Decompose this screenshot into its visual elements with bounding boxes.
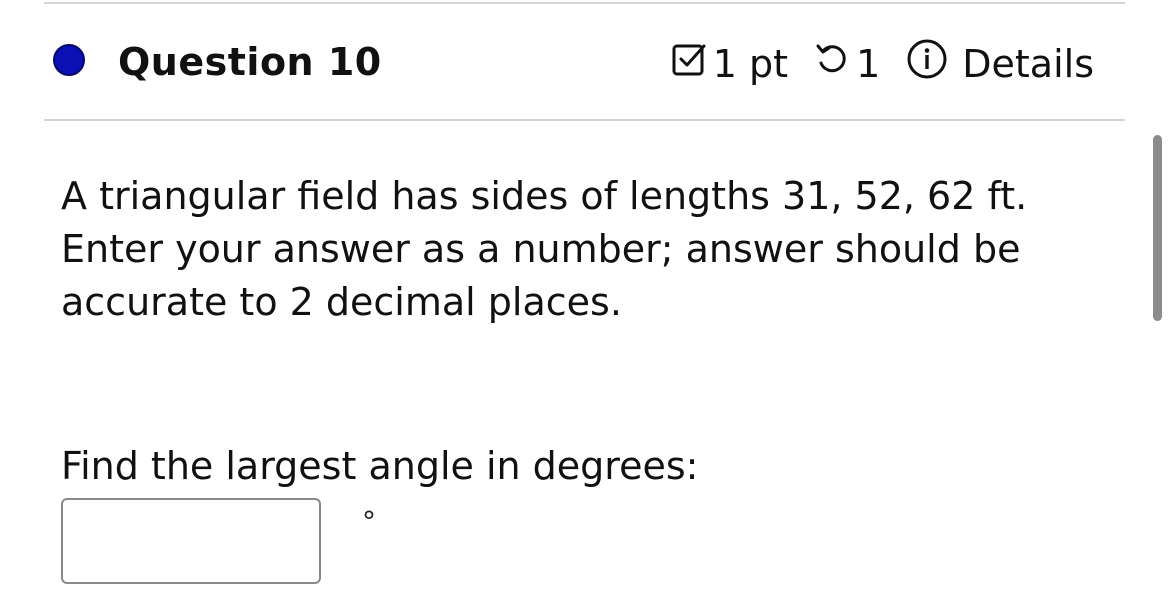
- retry-icon: [814, 41, 850, 86]
- top-divider: [44, 2, 1125, 4]
- question-header: Question 10 1 pt 1 Details: [50, 30, 1100, 100]
- question-title: Question 10: [118, 40, 382, 84]
- info-icon[interactable]: [906, 38, 948, 89]
- question-meta: 1 pt 1 Details: [671, 38, 1094, 89]
- scrollbar[interactable]: [1153, 135, 1162, 321]
- answer-prompt: Find the largest angle in degrees:: [61, 444, 699, 488]
- checkbox-icon: [671, 41, 707, 86]
- points-label: 1 pt: [712, 41, 789, 86]
- status-dot-icon: [53, 44, 85, 76]
- attempts-label: 1: [856, 41, 881, 86]
- details-link[interactable]: Details: [962, 42, 1094, 86]
- degree-symbol: °: [362, 505, 376, 538]
- question-text: A triangular field has sides of lengths …: [61, 174, 1028, 324]
- answer-input[interactable]: [61, 498, 321, 584]
- header-divider: [44, 119, 1125, 121]
